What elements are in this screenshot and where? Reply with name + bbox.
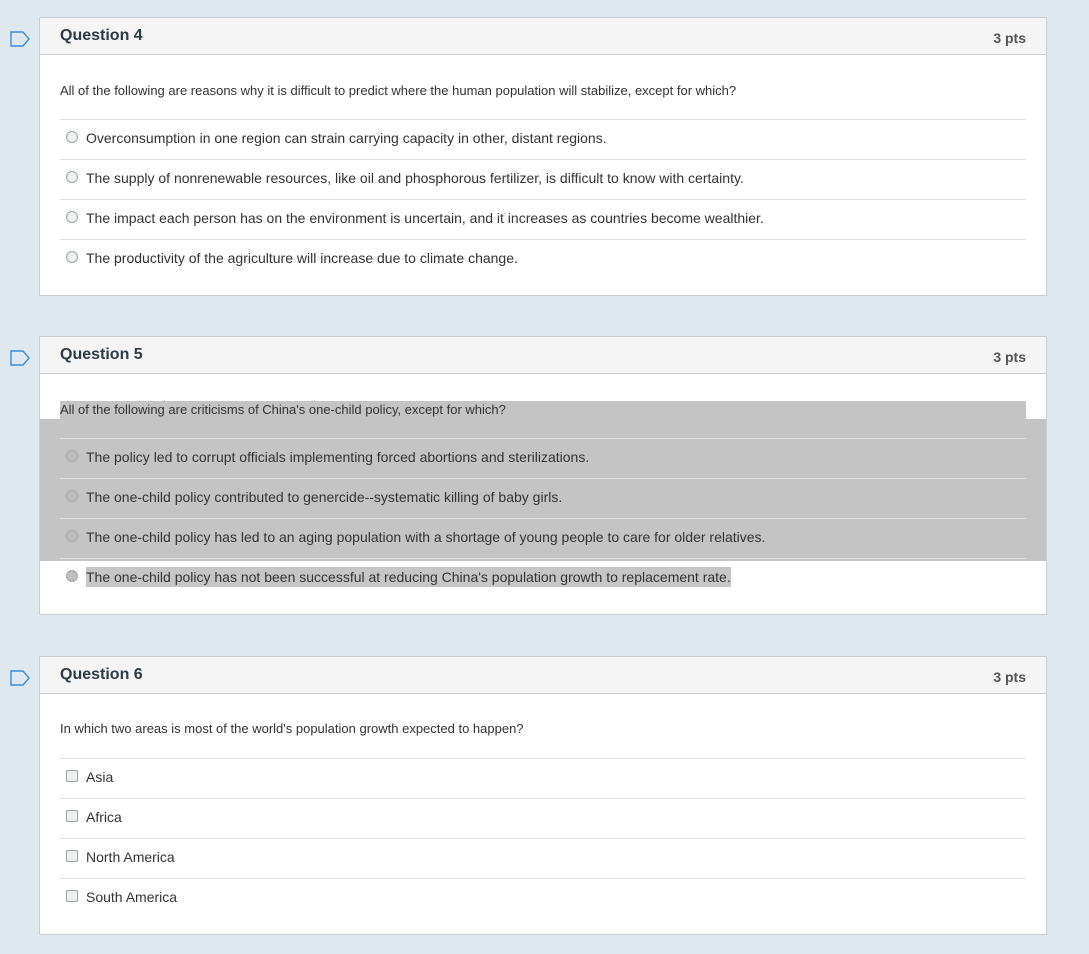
answer-label[interactable]: The impact each person has on the enviro… [86, 210, 764, 226]
question-title: Question 4 [60, 27, 143, 44]
answer-option[interactable]: The one-child policy has not been succes… [60, 558, 1026, 598]
answer-label[interactable]: North America [86, 849, 175, 865]
question-points: 3 pts [993, 669, 1026, 685]
checkbox[interactable] [66, 770, 78, 782]
checkbox[interactable] [66, 890, 78, 902]
answer-label[interactable]: The one-child policy has not been succes… [86, 567, 731, 587]
answer-label[interactable]: The supply of nonrenewable resources, li… [86, 170, 744, 186]
question-card: Question 5 3 pts All of the following ar… [39, 336, 1047, 615]
answer-option[interactable]: Asia [60, 758, 1026, 798]
answer-option[interactable]: The productivity of the agriculture will… [60, 239, 1026, 279]
question-card: Question 6 3 pts In which two areas is m… [39, 656, 1047, 935]
radio-button[interactable] [66, 450, 78, 462]
answer-option[interactable]: North America [60, 838, 1026, 878]
radio-button[interactable] [66, 171, 78, 183]
question-header: Question 6 3 pts [40, 657, 1046, 694]
flag-question-icon[interactable] [10, 350, 30, 366]
answer-option[interactable]: The supply of nonrenewable resources, li… [60, 159, 1026, 199]
question-points: 3 pts [993, 30, 1026, 46]
answer-option[interactable]: The policy led to corrupt officials impl… [60, 438, 1026, 478]
answer-label[interactable]: The productivity of the agriculture will… [86, 250, 518, 266]
answer-list: Overconsumption in one region can strain… [60, 119, 1026, 279]
question-prompt: All of the following are criticisms of C… [60, 402, 506, 417]
answer-option[interactable]: The one-child policy contributed to gene… [60, 478, 1026, 518]
flag-question-icon[interactable] [10, 670, 30, 686]
question-header: Question 5 3 pts [40, 337, 1046, 374]
answer-label[interactable]: Asia [86, 769, 113, 785]
question-prompt: In which two areas is most of the world'… [60, 721, 524, 736]
answer-option[interactable]: The one-child policy has led to an aging… [60, 518, 1026, 558]
question-prompt: All of the following are reasons why it … [60, 83, 737, 98]
radio-button[interactable] [66, 251, 78, 263]
answer-option[interactable]: Overconsumption in one region can strain… [60, 119, 1026, 159]
question-points: 3 pts [993, 349, 1026, 365]
question-header: Question 4 3 pts [40, 18, 1046, 55]
answer-label[interactable]: South America [86, 889, 177, 905]
question-title: Question 6 [60, 666, 143, 683]
answer-option[interactable]: Africa [60, 798, 1026, 838]
answer-label[interactable]: The one-child policy has led to an aging… [86, 529, 765, 545]
checkbox[interactable] [66, 810, 78, 822]
answer-label[interactable]: Overconsumption in one region can strain… [86, 130, 607, 146]
answer-option[interactable]: The impact each person has on the enviro… [60, 199, 1026, 239]
answer-label[interactable]: Africa [86, 809, 122, 825]
answer-label[interactable]: The one-child policy contributed to gene… [86, 489, 562, 505]
radio-button[interactable] [66, 490, 78, 502]
radio-button[interactable] [66, 131, 78, 143]
checkbox[interactable] [66, 850, 78, 862]
radio-button[interactable] [66, 570, 78, 582]
radio-button[interactable] [66, 211, 78, 223]
answer-list: The policy led to corrupt officials impl… [60, 438, 1026, 598]
question-card: Question 4 3 pts All of the following ar… [39, 17, 1047, 296]
radio-button[interactable] [66, 530, 78, 542]
answer-label[interactable]: The policy led to corrupt officials impl… [86, 449, 589, 465]
answer-list: Asia Africa North America South America [60, 758, 1026, 918]
question-title: Question 5 [60, 346, 143, 363]
flag-question-icon[interactable] [10, 31, 30, 47]
answer-option[interactable]: South America [60, 878, 1026, 918]
